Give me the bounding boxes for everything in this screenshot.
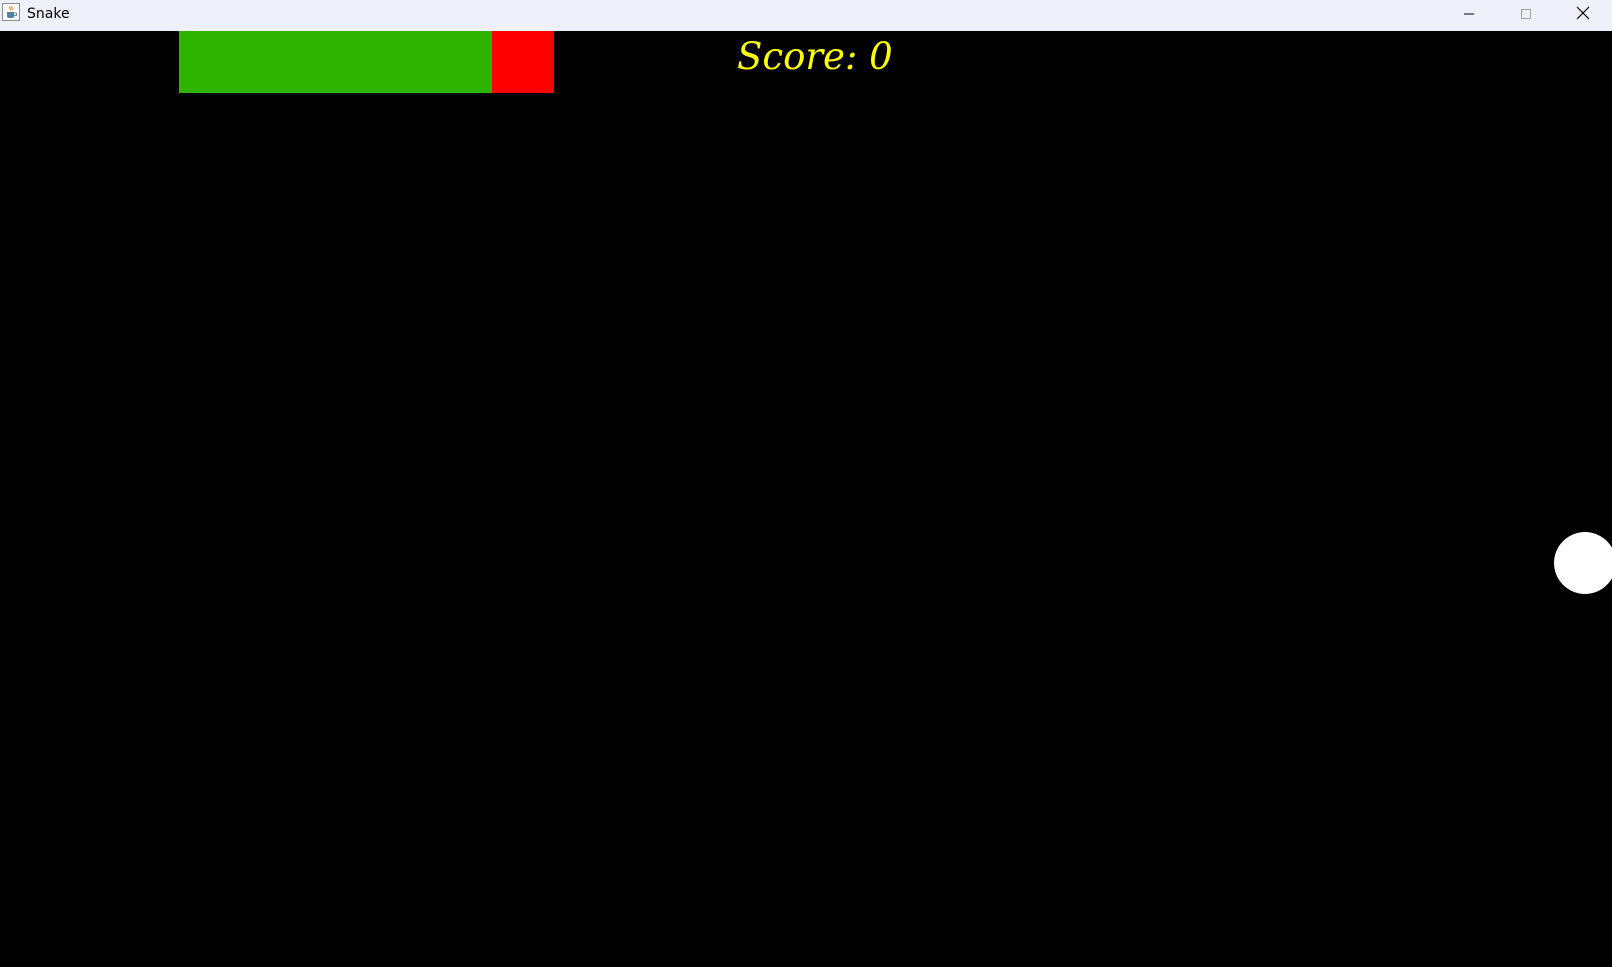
close-icon: [1576, 5, 1590, 24]
minimize-button[interactable]: [1440, 0, 1498, 28]
close-button[interactable]: [1554, 0, 1612, 28]
window-title: Snake: [27, 6, 70, 22]
title-bar[interactable]: Snake: [0, 0, 1612, 31]
maximize-icon: [1520, 5, 1532, 24]
minimize-icon: [1463, 5, 1475, 24]
score-label: Score: 0: [737, 35, 893, 78]
snake-body: [179, 31, 492, 93]
game-board[interactable]: Score: 0: [0, 31, 1612, 967]
snake-head: [492, 31, 554, 93]
food-pellet: [1554, 532, 1612, 594]
maximize-button[interactable]: [1497, 0, 1555, 28]
java-cup-icon: [2, 3, 20, 21]
game-window: Snake Score: 0: [0, 0, 1612, 967]
